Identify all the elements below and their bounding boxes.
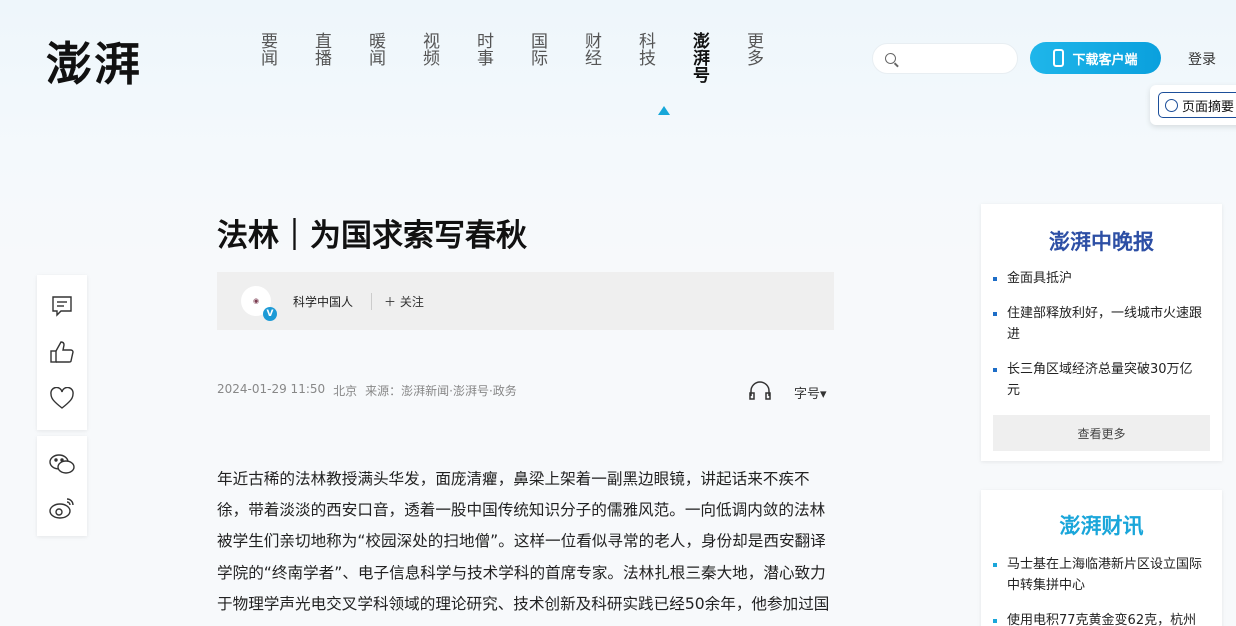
- verified-badge: V: [263, 307, 277, 321]
- news-list-item[interactable]: 使用电积77克黄金变62克，杭州拱: [993, 610, 1204, 626]
- headphones-icon[interactable]: [748, 380, 772, 404]
- avatar-image: ◉: [252, 297, 260, 305]
- login-link[interactable]: 登录: [1188, 49, 1216, 69]
- nav-item-wrap: 科技: [600, 32, 655, 115]
- nav-item[interactable]: 财经: [546, 32, 601, 92]
- search-input[interactable]: [904, 51, 1014, 66]
- nav-item-wrap: 国际: [492, 32, 547, 115]
- author-bar: ◉ V 科学中国人 ＋ 关注: [217, 272, 834, 330]
- article-title: 法林｜为国求索写春秋: [217, 218, 527, 254]
- side-toolbar-share: [37, 436, 87, 536]
- side-toolbar-actions: [37, 275, 87, 430]
- news-list-item[interactable]: 马士基在上海临港新片区设立国际中转集拼中心: [993, 554, 1204, 596]
- weibo-icon[interactable]: [48, 496, 76, 520]
- nav-item[interactable]: 科技: [600, 32, 655, 92]
- nav-item[interactable]: 要闻: [222, 32, 277, 92]
- finance-news-logo[interactable]: 澎湃财讯: [981, 490, 1222, 554]
- nav-item[interactable]: 更多: [708, 32, 763, 92]
- active-indicator-icon: [658, 106, 670, 115]
- publish-location: 北京: [333, 384, 358, 398]
- page-summary-button[interactable]: 页面摘要: [1150, 85, 1236, 125]
- nav-item-wrap: 暖闻: [330, 32, 385, 115]
- nav-item-wrap: 视频: [384, 32, 439, 115]
- nav-item[interactable]: 视频: [384, 32, 439, 92]
- search-box[interactable]: [872, 43, 1018, 74]
- nav-item[interactable]: 国际: [492, 32, 547, 92]
- nav-item[interactable]: 时事: [438, 32, 493, 92]
- nav-item-wrap: 时事: [438, 32, 493, 115]
- favorite-icon[interactable]: [49, 386, 75, 411]
- nav-item[interactable]: 澎湃号: [654, 32, 709, 92]
- article-body: 年近古稀的法林教授满头华发，面庞清癯，鼻梁上架着一副黑边眼镜，讲起话来不疾不徐，…: [217, 470, 830, 613]
- download-app-button[interactable]: 下载客户端: [1030, 42, 1161, 74]
- like-icon[interactable]: [49, 340, 75, 364]
- news-list-item[interactable]: 长三角区域经济总量突破30万亿元: [993, 359, 1204, 401]
- nav-item-wrap: 澎湃号: [654, 32, 709, 115]
- evening-news-card: 澎湃中晚报 金面具抵沪住建部释放利好，一线城市火速跟进 长三角区域经济总量突破30…: [981, 204, 1222, 461]
- view-more-button[interactable]: 查看更多: [993, 415, 1210, 451]
- nav-item-wrap: 要闻: [222, 32, 277, 115]
- font-size-button[interactable]: 字号▾: [794, 383, 827, 402]
- comment-icon[interactable]: [50, 294, 74, 318]
- follow-button[interactable]: ＋ 关注: [371, 292, 424, 310]
- nav-item-wrap: 财经: [546, 32, 601, 115]
- article-tools: 字号▾: [748, 380, 827, 404]
- wechat-icon[interactable]: [48, 452, 76, 476]
- site-logo[interactable]: 澎湃: [46, 28, 142, 94]
- summary-icon: [1165, 98, 1178, 112]
- main-nav: 要闻 直播 暖闻 视频 时事 国际 财经 科技 澎湃号 更多: [222, 32, 763, 115]
- nav-item-wrap: 更多: [708, 32, 763, 115]
- article-source: 来源：澎湃新闻·澎湃号·政务: [365, 384, 517, 398]
- nav-item[interactable]: 暖闻: [330, 32, 385, 92]
- nav-item-wrap: 直播: [276, 32, 331, 115]
- summary-label: 页面摘要: [1182, 99, 1235, 115]
- news-list-item[interactable]: 住建部释放利好，一线城市火速跟进: [993, 303, 1204, 345]
- news-list-item[interactable]: 金面具抵沪: [993, 268, 1204, 289]
- phone-icon: [1053, 49, 1065, 67]
- evening-news-logo[interactable]: 澎湃中晚报: [981, 204, 1222, 268]
- nav-item[interactable]: 直播: [276, 32, 331, 92]
- article-meta: 2024-01-29 11:50 北京 来源：澎湃新闻·澎湃号·政务: [217, 382, 517, 399]
- avatar[interactable]: ◉ V: [241, 286, 277, 321]
- publish-date: 2024-01-29 11:50: [217, 382, 326, 396]
- search-icon: [885, 53, 896, 64]
- author-name[interactable]: 科学中国人: [293, 293, 353, 310]
- download-label: 下载客户端: [1072, 52, 1138, 68]
- finance-news-card: 澎湃财讯 马士基在上海临港新片区设立国际中转集拼中心使用电积77克黄金变62克，…: [981, 490, 1222, 626]
